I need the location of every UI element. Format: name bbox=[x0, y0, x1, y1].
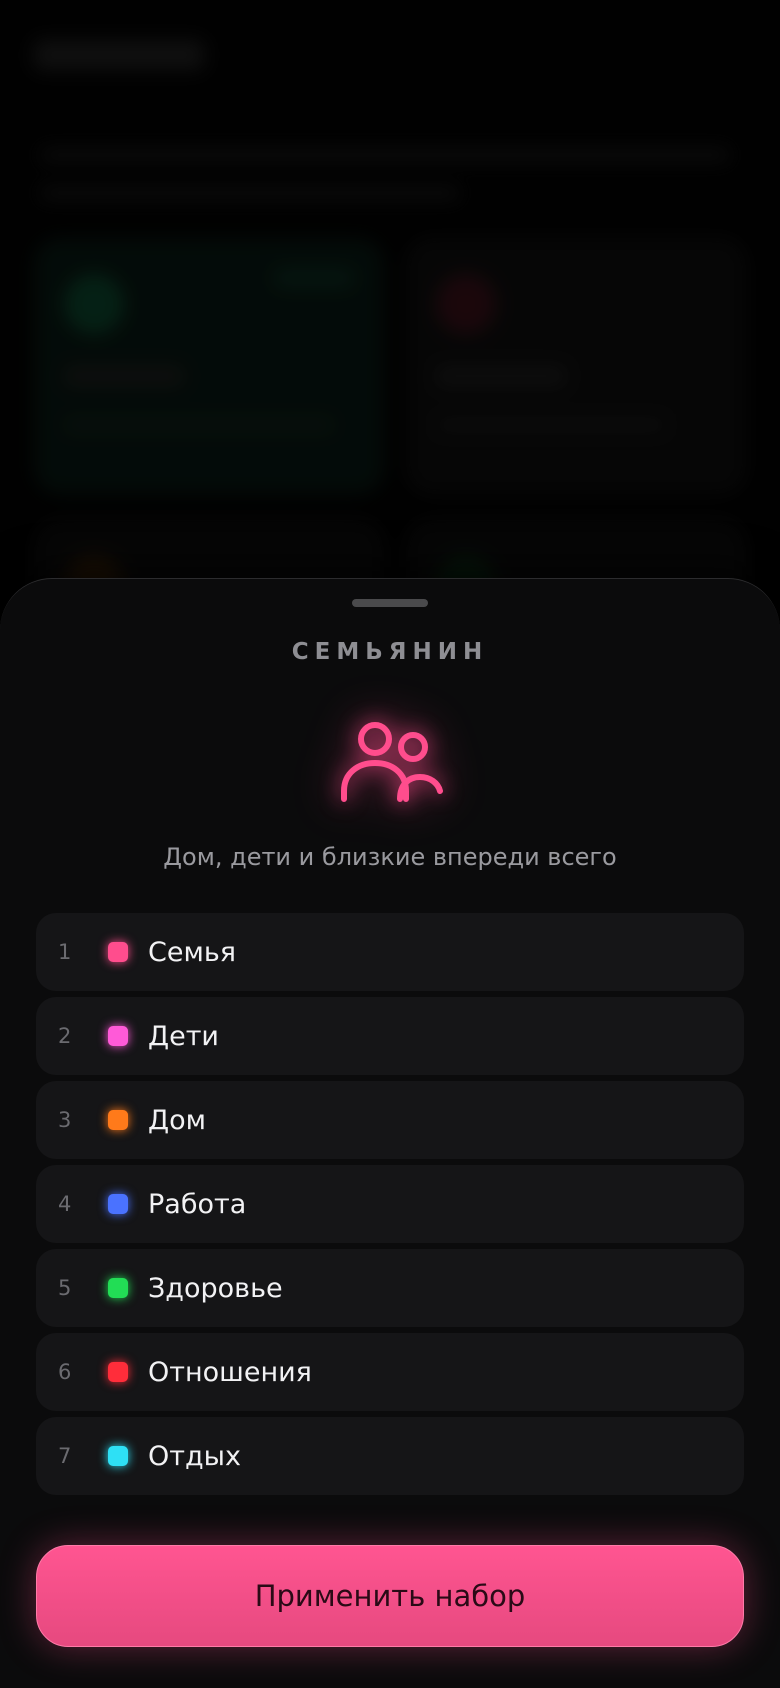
list-item[interactable]: 1 Семья bbox=[36, 913, 744, 991]
list-item-label: Дети bbox=[148, 1020, 219, 1052]
list-item[interactable]: 6 Отношения bbox=[36, 1333, 744, 1411]
list-item-number: 3 bbox=[58, 1108, 72, 1132]
category-color-dot bbox=[108, 1194, 128, 1214]
list-item-number: 7 bbox=[58, 1444, 72, 1468]
list-item-number: 4 bbox=[58, 1192, 72, 1216]
category-color-dot bbox=[108, 1026, 128, 1046]
sheet-subtitle: Дом, дети и близкие впереди всего bbox=[163, 843, 617, 871]
list-item[interactable]: 7 Отдых bbox=[36, 1417, 744, 1495]
category-color-dot bbox=[108, 1278, 128, 1298]
list-item-label: Здоровье bbox=[148, 1272, 283, 1304]
family-people-icon bbox=[330, 711, 450, 811]
list-item[interactable]: 3 Дом bbox=[36, 1081, 744, 1159]
list-item-number: 6 bbox=[58, 1360, 72, 1384]
list-item[interactable]: 5 Здоровье bbox=[36, 1249, 744, 1327]
category-color-dot bbox=[108, 1362, 128, 1382]
sheet-grabber-handle[interactable] bbox=[352, 599, 428, 607]
list-item-number: 5 bbox=[58, 1276, 72, 1300]
list-item-label: Семья bbox=[148, 936, 236, 968]
list-item-number: 1 bbox=[58, 940, 72, 964]
list-item-number: 2 bbox=[58, 1024, 72, 1048]
category-color-dot bbox=[108, 1110, 128, 1130]
screen: СЕМЬЯНИН Дом, дети и близкие впереди все… bbox=[0, 0, 780, 1688]
preset-bottom-sheet: СЕМЬЯНИН Дом, дети и близкие впереди все… bbox=[0, 578, 780, 1688]
list-item[interactable]: 4 Работа bbox=[36, 1165, 744, 1243]
category-color-dot bbox=[108, 942, 128, 962]
list-item[interactable]: 2 Дети bbox=[36, 997, 744, 1075]
list-item-label: Дом bbox=[148, 1104, 206, 1136]
apply-preset-button[interactable]: Применить набор bbox=[36, 1545, 744, 1647]
list-item-label: Отдых bbox=[148, 1440, 241, 1472]
category-color-dot bbox=[108, 1446, 128, 1466]
apply-preset-button-label: Применить набор bbox=[254, 1579, 526, 1613]
sheet-title: СЕМЬЯНИН bbox=[291, 639, 489, 665]
category-priority-list: 1 Семья 2 Дети 3 Дом 4 Работа 5 Здоровье… bbox=[36, 913, 744, 1501]
list-item-label: Работа bbox=[148, 1188, 247, 1220]
list-item-label: Отношения bbox=[148, 1356, 312, 1388]
